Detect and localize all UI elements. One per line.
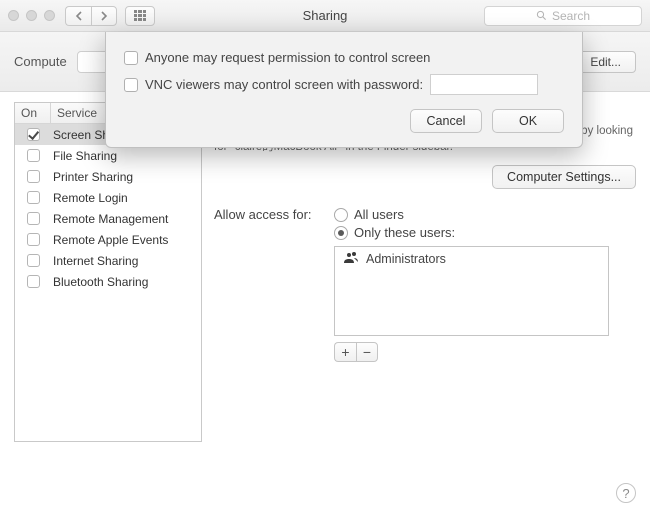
forward-button[interactable]	[91, 6, 117, 26]
users-list[interactable]: Administrators	[334, 246, 609, 336]
checkbox-icon	[27, 254, 40, 267]
search-input[interactable]: Search	[484, 6, 642, 26]
back-button[interactable]	[65, 6, 91, 26]
checkbox-icon	[27, 170, 40, 183]
service-row[interactable]: Bluetooth Sharing	[15, 271, 201, 292]
service-checkbox[interactable]	[15, 170, 51, 183]
service-checkbox[interactable]	[15, 128, 51, 141]
radio-label: Only these users:	[354, 225, 455, 240]
user-row[interactable]: Administrators	[335, 247, 608, 270]
service-row[interactable]: File Sharing	[15, 145, 201, 166]
radio-icon	[334, 226, 348, 240]
cancel-button[interactable]: Cancel	[410, 109, 482, 133]
checkbox-icon	[27, 233, 40, 246]
edit-button[interactable]: Edit...	[575, 51, 636, 73]
detail-pane: Screen Sharing: On Other users can acces…	[214, 102, 636, 442]
radio-icon	[334, 208, 348, 222]
search-icon	[536, 10, 547, 21]
close-icon[interactable]	[8, 10, 19, 21]
window-traffic-lights	[8, 10, 55, 21]
minimize-icon[interactable]	[26, 10, 37, 21]
user-label: Administrators	[366, 252, 446, 266]
service-label: Internet Sharing	[51, 254, 201, 268]
access-option-only[interactable]: Only these users:	[334, 225, 636, 240]
checkbox-icon	[27, 212, 40, 225]
titlebar: Sharing Search	[0, 0, 650, 32]
service-checkbox[interactable]	[15, 275, 51, 288]
service-checkbox[interactable]	[15, 149, 51, 162]
service-label: Printer Sharing	[51, 170, 201, 184]
users-add-remove: + −	[334, 342, 636, 362]
checkbox-icon	[124, 51, 138, 65]
add-user-button[interactable]: +	[334, 342, 356, 362]
checkbox-icon	[27, 149, 40, 162]
checkbox-icon	[124, 78, 138, 92]
service-label: Bluetooth Sharing	[51, 275, 201, 289]
services-list: On Service Screen SharingFile SharingPri…	[14, 102, 202, 442]
search-placeholder: Search	[552, 9, 590, 23]
show-all-button[interactable]	[125, 6, 155, 26]
grid-icon	[134, 10, 146, 22]
option-vnc-password[interactable]: VNC viewers may control screen with pass…	[124, 74, 564, 95]
computer-name-label: Compute	[14, 54, 67, 69]
zoom-icon[interactable]	[44, 10, 55, 21]
access-section: Allow access for: All users Only these u…	[214, 207, 636, 362]
service-checkbox[interactable]	[15, 212, 51, 225]
access-option-all[interactable]: All users	[334, 207, 636, 222]
computer-settings-sheet: Anyone may request permission to control…	[105, 32, 583, 148]
service-label: Remote Management	[51, 212, 201, 226]
services-header-on[interactable]: On	[15, 103, 51, 123]
service-checkbox[interactable]	[15, 254, 51, 267]
checkbox-icon	[27, 191, 40, 204]
checkbox-icon	[27, 275, 40, 288]
service-row[interactable]: Remote Management	[15, 208, 201, 229]
vnc-password-field[interactable]	[430, 74, 538, 95]
access-label: Allow access for:	[214, 207, 334, 240]
people-icon	[343, 251, 359, 266]
service-checkbox[interactable]	[15, 233, 51, 246]
option-anyone-request[interactable]: Anyone may request permission to control…	[124, 50, 564, 65]
service-label: Remote Login	[51, 191, 201, 205]
service-row[interactable]: Remote Apple Events	[15, 229, 201, 250]
remove-user-button[interactable]: −	[356, 342, 378, 362]
checkbox-label: VNC viewers may control screen with pass…	[145, 77, 423, 92]
service-checkbox[interactable]	[15, 191, 51, 204]
checkbox-label: Anyone may request permission to control…	[145, 50, 430, 65]
ok-button[interactable]: OK	[492, 109, 564, 133]
service-label: File Sharing	[51, 149, 201, 163]
service-row[interactable]: Internet Sharing	[15, 250, 201, 271]
service-row[interactable]: Remote Login	[15, 187, 201, 208]
checkbox-icon	[27, 128, 40, 141]
service-row[interactable]: Printer Sharing	[15, 166, 201, 187]
computer-settings-button[interactable]: Computer Settings...	[492, 165, 636, 189]
service-label: Remote Apple Events	[51, 233, 201, 247]
radio-label: All users	[354, 207, 404, 222]
nav-back-forward	[65, 6, 117, 26]
help-button[interactable]: ?	[616, 483, 636, 503]
